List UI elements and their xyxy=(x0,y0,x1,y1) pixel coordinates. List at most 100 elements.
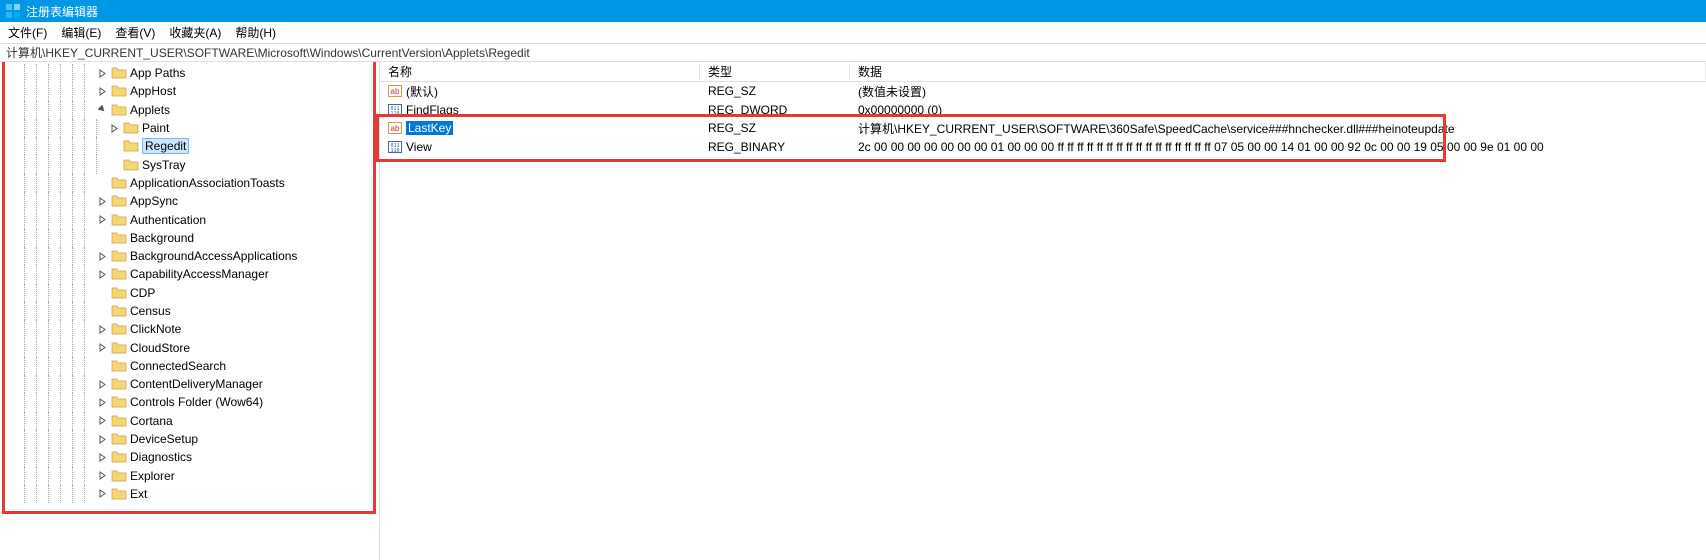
menu-help[interactable]: 帮助(H) xyxy=(235,24,276,41)
expander-icon[interactable] xyxy=(96,415,108,427)
tree-item-systray[interactable]: SysTray xyxy=(0,155,379,173)
expander-icon[interactable] xyxy=(96,451,108,463)
tree-item-census[interactable]: Census xyxy=(0,302,379,320)
tree-item-label: ClickNote xyxy=(130,322,181,336)
folder-icon xyxy=(111,414,127,428)
tree-item-backgroundaccessapplications[interactable]: BackgroundAccessApplications xyxy=(0,247,379,265)
folder-icon xyxy=(111,377,127,391)
tree-item-label: Explorer xyxy=(130,469,175,483)
expander-icon[interactable] xyxy=(96,433,108,445)
folder-icon xyxy=(111,231,127,245)
svg-text:110: 110 xyxy=(390,148,399,154)
value-data: 计算机\HKEY_CURRENT_USER\SOFTWARE\360Safe\S… xyxy=(850,120,1706,137)
tree-item-cortana[interactable]: Cortana xyxy=(0,412,379,430)
folder-icon xyxy=(111,66,127,80)
tree-item-cdp[interactable]: CDP xyxy=(0,284,379,302)
list-row[interactable]: abLastKeyREG_SZ计算机\HKEY_CURRENT_USER\SOF… xyxy=(380,119,1706,138)
folder-icon xyxy=(111,487,127,501)
tree-item-authentication[interactable]: Authentication xyxy=(0,210,379,228)
addressbar[interactable]: 计算机\HKEY_CURRENT_USER\SOFTWARE\Microsoft… xyxy=(0,44,1706,62)
value-data: 2c 00 00 00 00 00 00 00 01 00 00 00 ff f… xyxy=(850,140,1706,154)
list-row[interactable]: ab(默认)REG_SZ(数值未设置) xyxy=(380,82,1706,101)
folder-icon xyxy=(123,158,139,172)
menu-edit[interactable]: 编辑(E) xyxy=(61,24,101,41)
tree-item-diagnostics[interactable]: Diagnostics xyxy=(0,448,379,466)
list-pane[interactable]: 名称 类型 数据 ab(默认)REG_SZ(数值未设置)011110FindFl… xyxy=(380,62,1706,560)
expander-icon[interactable] xyxy=(96,104,108,116)
tree-item-apphost[interactable]: AppHost xyxy=(0,82,379,100)
value-name: View xyxy=(406,140,432,154)
col-header-data[interactable]: 数据 xyxy=(850,63,1706,80)
list-row[interactable]: 011110ViewREG_BINARY2c 00 00 00 00 00 00… xyxy=(380,138,1706,157)
menu-favorites[interactable]: 收藏夹(A) xyxy=(169,24,221,41)
svg-text:110: 110 xyxy=(390,111,399,117)
tree-item-label: Paint xyxy=(142,121,169,135)
tree-item-paint[interactable]: Paint xyxy=(0,119,379,137)
expander-icon xyxy=(96,305,108,317)
tree-item-devicesetup[interactable]: DeviceSetup xyxy=(0,430,379,448)
tree-item-explorer[interactable]: Explorer xyxy=(0,467,379,485)
tree-item-app-paths[interactable]: App Paths xyxy=(0,64,379,82)
col-header-name[interactable]: 名称 xyxy=(380,63,700,80)
tree-item-applicationassociationtoasts[interactable]: ApplicationAssociationToasts xyxy=(0,174,379,192)
tree-item-ext[interactable]: Ext xyxy=(0,485,379,503)
tree-item-connectedsearch[interactable]: ConnectedSearch xyxy=(0,357,379,375)
tree-item-label: Ext xyxy=(130,487,147,501)
tree-item-clicknote[interactable]: ClickNote xyxy=(0,320,379,338)
folder-icon xyxy=(111,432,127,446)
folder-icon xyxy=(111,450,127,464)
tree-item-label: Applets xyxy=(130,103,170,117)
expander-icon[interactable] xyxy=(96,85,108,97)
menubar: 文件(F) 编辑(E) 查看(V) 收藏夹(A) 帮助(H) xyxy=(0,22,1706,44)
expander-icon[interactable] xyxy=(96,268,108,280)
folder-icon xyxy=(111,395,127,409)
tree-item-label: Census xyxy=(130,304,171,318)
tree-item-regedit[interactable]: Regedit xyxy=(0,137,379,155)
expander-icon[interactable] xyxy=(96,214,108,226)
tree-item-label: CapabilityAccessManager xyxy=(130,267,269,281)
expander-icon xyxy=(108,140,120,152)
tree-item-cloudstore[interactable]: CloudStore xyxy=(0,338,379,356)
folder-icon xyxy=(111,267,127,281)
expander-icon xyxy=(96,360,108,372)
value-name: (默认) xyxy=(406,83,438,100)
tree-item-background[interactable]: Background xyxy=(0,229,379,247)
tree-item-capabilityaccessmanager[interactable]: CapabilityAccessManager xyxy=(0,265,379,283)
list-row[interactable]: 011110FindFlagsREG_DWORD0x00000000 (0) xyxy=(380,101,1706,120)
menu-view[interactable]: 查看(V) xyxy=(115,24,155,41)
col-header-type[interactable]: 类型 xyxy=(700,63,850,80)
tree-item-label: Authentication xyxy=(130,213,206,227)
tree-item-label: AppHost xyxy=(130,84,176,98)
expander-icon xyxy=(96,232,108,244)
expander-icon[interactable] xyxy=(96,342,108,354)
folder-icon xyxy=(111,359,127,373)
expander-icon[interactable] xyxy=(96,67,108,79)
expander-icon[interactable] xyxy=(108,122,120,134)
expander-icon[interactable] xyxy=(96,323,108,335)
expander-icon[interactable] xyxy=(96,378,108,390)
binary-value-icon: 011110 xyxy=(388,103,402,117)
expander-icon[interactable] xyxy=(96,195,108,207)
menu-file[interactable]: 文件(F) xyxy=(8,24,47,41)
folder-icon xyxy=(111,341,127,355)
folder-icon xyxy=(123,139,139,153)
tree-item-label: ContentDeliveryManager xyxy=(130,377,263,391)
expander-icon[interactable] xyxy=(96,470,108,482)
expander-icon xyxy=(108,159,120,171)
tree-item-appsync[interactable]: AppSync xyxy=(0,192,379,210)
titlebar[interactable]: 注册表编辑器 xyxy=(0,0,1706,22)
string-value-icon: ab xyxy=(388,84,402,98)
expander-icon[interactable] xyxy=(96,250,108,262)
value-type: REG_SZ xyxy=(700,121,850,135)
tree-item-contentdeliverymanager[interactable]: ContentDeliveryManager xyxy=(0,375,379,393)
window-title: 注册表编辑器 xyxy=(26,3,98,20)
tree-pane[interactable]: App Paths AppHost Applets Paint RegeditSysTr… xyxy=(0,62,380,560)
list-header: 名称 类型 数据 xyxy=(380,62,1706,82)
tree-item-label: Background xyxy=(130,231,194,245)
tree-item-applets[interactable]: Applets xyxy=(0,101,379,119)
expander-icon[interactable] xyxy=(96,488,108,500)
folder-icon xyxy=(111,322,127,336)
expander-icon[interactable] xyxy=(96,396,108,408)
tree-item-controls-folder-wow64-[interactable]: Controls Folder (Wow64) xyxy=(0,393,379,411)
app-icon xyxy=(6,4,20,18)
